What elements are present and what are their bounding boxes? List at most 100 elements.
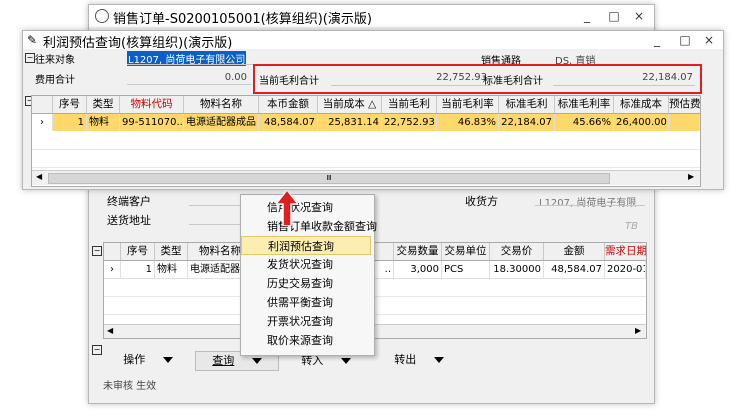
export-label: 转出: [394, 353, 417, 366]
collapse-icon[interactable]: −: [92, 345, 102, 355]
col-header-material-code[interactable]: 物料代码: [120, 96, 184, 114]
dropdown-arrow-icon: [433, 357, 444, 363]
col-header-estimated-fee[interactable]: 预估费用: [669, 96, 700, 114]
end-customer-label: 终端客户: [107, 195, 151, 208]
cell-amount: 48,584.07: [259, 114, 318, 131]
cell-seq: 1: [53, 114, 87, 131]
minimize-button[interactable]: _: [577, 7, 597, 25]
profit-estimate-title: 利润预估查询(核算组织)(演示版): [43, 36, 233, 51]
col-header-standard-gp-rate[interactable]: 标准毛利率: [555, 96, 614, 114]
cell-current-gp: 22,752.93: [382, 114, 437, 131]
dropdown-arrow-icon: [251, 358, 262, 364]
current-gp-label: 当前毛利合计: [259, 76, 319, 87]
scroll-thumb[interactable]: Ⅲ: [48, 173, 610, 184]
expense-label: 费用合计: [35, 75, 75, 86]
maximize-button[interactable]: □: [604, 7, 624, 25]
col-header-demand-date[interactable]: 需求日期: [605, 243, 646, 261]
scroll-left-icon[interactable]: ◀: [107, 326, 113, 335]
table-row[interactable]: › 1 物料 电源适配器 .. 3,000 PCS 18.30000 48,58…: [104, 261, 646, 279]
cell-demand-date: 2020-01-0: [605, 261, 646, 278]
receiver-label: 收货方: [465, 195, 498, 208]
cell-current-cost: 25,831.14: [318, 114, 382, 131]
dropdown-arrow-icon: [340, 358, 351, 364]
cell-seq: 1: [121, 261, 155, 278]
collapse-icon[interactable]: −: [92, 246, 102, 256]
cell-type: 物料: [87, 114, 120, 131]
scroll-right-icon[interactable]: ▶: [635, 326, 641, 335]
cell-current-gp-rate: 46.83%: [437, 114, 499, 131]
tb-badge: TB: [625, 221, 638, 232]
col-header-unit[interactable]: 交易单位: [442, 243, 490, 261]
col-header-price[interactable]: 交易价: [490, 243, 544, 261]
scroll-right-icon[interactable]: ▶: [688, 172, 694, 181]
menu-item-supply-demand[interactable]: 供需平衡查询: [241, 293, 371, 312]
empty-row: [32, 132, 700, 150]
receiver-field[interactable]: [535, 205, 645, 206]
sales-order-title: 销售订单-S0200105001(核算组织)(演示版): [113, 12, 372, 27]
scroll-left-icon[interactable]: ◀: [36, 172, 42, 181]
standard-gp-label: 标准毛利合计: [483, 76, 543, 87]
cell-price: 18.30000: [490, 261, 544, 278]
col-header-current-gp[interactable]: 当前毛利: [382, 96, 437, 114]
col-header-amount[interactable]: 本币金额: [259, 96, 318, 114]
ship-address-label: 送货地址: [107, 214, 151, 227]
current-gp-value: 22,752.93: [436, 72, 487, 83]
close-button[interactable]: ×: [699, 31, 719, 49]
receiver-value: L1207, 尚荷电子有限: [539, 198, 637, 209]
row-indicator: ›: [104, 261, 121, 278]
col-header-amount[interactable]: 金额: [544, 243, 605, 261]
close-button[interactable]: ×: [629, 7, 649, 25]
order-lines-grid: 序号 类型 物料名称 交易数量 交易单位 交易价 金额 需求日期 › 1 物料 …: [103, 242, 647, 339]
col-header-seq[interactable]: 序号: [121, 243, 155, 261]
col-header-current-cost[interactable]: 当前成本 △: [318, 96, 382, 114]
col-header-material-name[interactable]: 物料名称: [184, 96, 259, 114]
query-label: 查询: [212, 354, 235, 367]
cell-material-name: 电源适配器成品: [184, 114, 259, 131]
sales-order-titlebar: 销售订单-S0200105001(核算组织)(演示版) _ □ ×: [89, 5, 654, 27]
menu-item-delivery-status[interactable]: 发货状况查询: [241, 255, 371, 274]
app-icon: [95, 9, 109, 23]
standard-gp-value: 22,184.07: [642, 72, 693, 83]
grid-corner: [104, 243, 121, 261]
col-header-qty[interactable]: 交易数量: [394, 243, 442, 261]
menu-item-receipt-query[interactable]: 销售订单收款金额查询: [241, 217, 377, 236]
operate-button[interactable]: 操作: [111, 351, 185, 369]
gross-profit-highlight-box: 当前毛利合计 22,752.93 标准毛利合计 22,184.07: [253, 64, 702, 94]
grid-corner: [32, 96, 53, 114]
export-button[interactable]: 转出: [379, 351, 459, 369]
operate-label: 操作: [123, 353, 146, 366]
cell-estimated-fee: [669, 114, 700, 131]
query-context-menu: 信用状况查询 销售订单收款金额查询 利润预估查询 发货状况查询 历史交易查询 供…: [240, 194, 377, 356]
row-indicator: ›: [32, 114, 53, 131]
table-row[interactable]: › 1 物料 99-511070... 电源适配器成品 48,584.07 25…: [32, 114, 700, 131]
horizontal-scrollbar[interactable]: ◀ ▶: [104, 324, 646, 338]
col-header-current-gp-rate[interactable]: 当前毛利率: [437, 96, 499, 114]
col-header-type[interactable]: 类型: [87, 96, 120, 114]
collapse-icon[interactable]: −: [25, 53, 35, 63]
red-arrow-icon: [276, 190, 298, 226]
scroll-grip-icon: Ⅲ: [326, 174, 332, 182]
maximize-button[interactable]: □: [675, 31, 695, 49]
cell-standard-cost: 26,400.00: [614, 114, 669, 131]
expense-field: [127, 84, 251, 85]
standard-gp-field: [553, 85, 695, 86]
empty-row: [32, 150, 700, 168]
col-header-seq[interactable]: 序号: [53, 96, 87, 114]
col-header-standard-cost[interactable]: 标准成本: [614, 96, 669, 114]
cell-unit: PCS: [442, 261, 490, 278]
cell-standard-gp-rate: 45.66%: [555, 114, 614, 131]
menu-item-price-source[interactable]: 取价来源查询: [241, 331, 371, 350]
col-header-type[interactable]: 类型: [155, 243, 188, 261]
expense-value: 0.00: [224, 72, 247, 83]
cell-material-code: 99-511070...: [120, 114, 184, 131]
horizontal-scrollbar[interactable]: ◀ Ⅲ ▶: [32, 170, 700, 185]
menu-item-history[interactable]: 历史交易查询: [241, 274, 371, 293]
menu-item-profit-estimate[interactable]: 利润预估查询: [241, 236, 371, 255]
target-label: 往来对象: [35, 55, 75, 66]
menu-item-credit-status[interactable]: 信用状况查询: [241, 198, 371, 217]
menu-item-invoice-status[interactable]: 开票状况查询: [241, 312, 371, 331]
profit-grid: 序号 类型 物料代码 物料名称 本币金额 当前成本 △ 当前毛利 当前毛利率 标…: [31, 95, 701, 187]
profit-estimate-window: ✎ 利润预估查询(核算组织)(演示版) _ □ × − 往来对象 L1207, …: [22, 30, 724, 190]
minimize-button[interactable]: _: [647, 31, 667, 49]
col-header-standard-gp[interactable]: 标准毛利: [499, 96, 555, 114]
